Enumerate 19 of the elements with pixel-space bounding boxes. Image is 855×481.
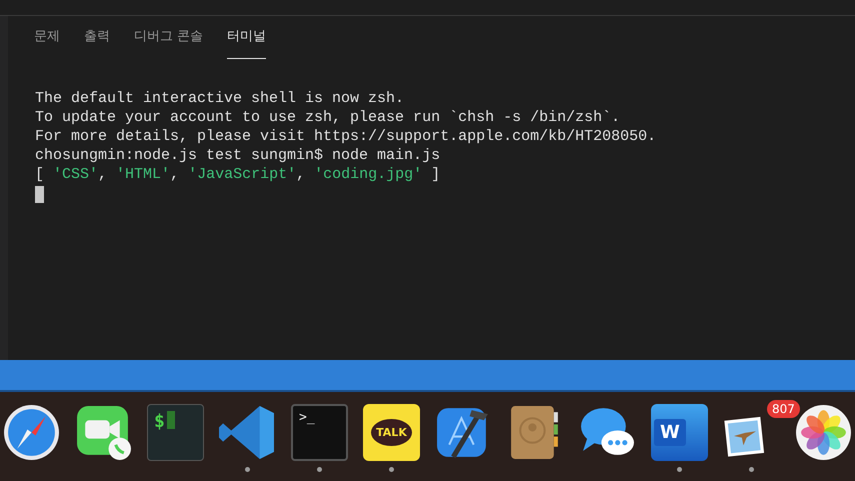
chat-bubble-icon[interactable]: TALK: [363, 404, 420, 461]
panel-tab[interactable]: 문제: [34, 21, 60, 59]
terminal-line: [ 'CSS', 'HTML', 'JavaScript', 'coding.jpg' ]: [35, 165, 440, 184]
word-document-icon[interactable]: W: [651, 404, 708, 461]
panel-tab[interactable]: 디버그 콘솔: [134, 21, 204, 59]
terminal-line: For more details, please visit https://support.apple.com/kb/HT208050.: [35, 127, 656, 146]
video-call-icon[interactable]: [75, 404, 132, 461]
notification-badge: 807: [767, 400, 800, 418]
terminal-line: chosungmin:node.js test sungmin$ node main.js: [35, 146, 440, 165]
terminal-line: To update your account to use zsh, please run `chsh -s /bin/zsh`.: [35, 108, 620, 127]
console-icon[interactable]: $: [147, 404, 204, 461]
panel-tab[interactable]: 터미널: [227, 21, 266, 59]
compass-icon[interactable]: [3, 404, 60, 461]
flower-icon[interactable]: [795, 404, 852, 461]
terminal-line: The default interactive shell is now zsh.: [35, 89, 404, 108]
text-cursor: [35, 186, 44, 203]
panel-tab[interactable]: 출력: [84, 21, 110, 59]
terminal-icon[interactable]: >_: [291, 404, 348, 461]
code-editor-icon[interactable]: [219, 404, 276, 461]
